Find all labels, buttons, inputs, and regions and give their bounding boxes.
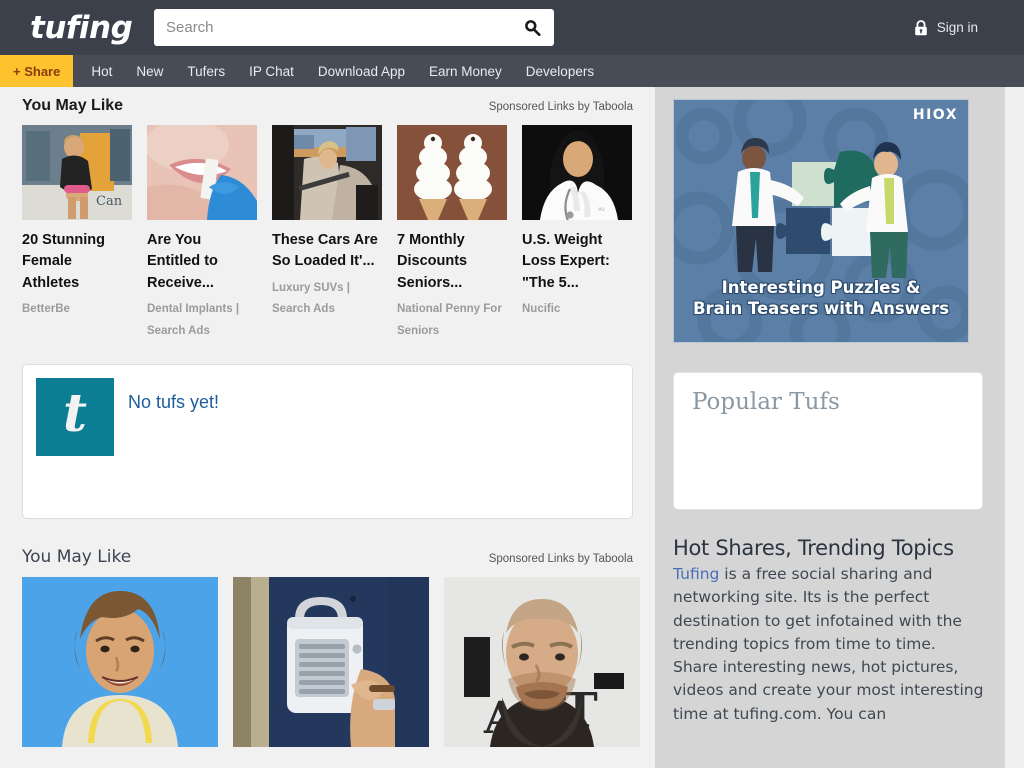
taboola-card-title[interactable]: Are You Entitled to Receive... — [147, 230, 257, 294]
taboola-card-title[interactable]: 20 Stunning Female Athletes — [22, 230, 132, 294]
ad-caption-line2: Brain Teasers with Answers — [692, 299, 950, 319]
taboola-card[interactable]: These Cars Are So Loaded It'... Luxury S… — [272, 125, 382, 342]
taboola-card-title[interactable]: These Cars Are So Loaded It'... — [272, 230, 382, 273]
hiox-logo: HIOX — [912, 107, 958, 123]
taboola-card-source: BetterBe — [22, 303, 70, 316]
sidebar-ad-banner[interactable]: HIOX Interesting Puzzles & Brain Teasers… — [673, 99, 969, 343]
taboola-thumb-icecream[interactable] — [397, 125, 507, 220]
signin-label: Sign in — [936, 20, 978, 35]
taboola-thumb-dental[interactable] — [147, 125, 257, 220]
about-title: Hot Shares, Trending Topics — [673, 536, 954, 560]
magnifier-icon — [524, 20, 541, 36]
search-input[interactable] — [154, 9, 516, 46]
ad-caption: Interesting Puzzles & Brain Teasers with… — [674, 278, 968, 320]
popular-tufs-panel: Popular Tufs — [673, 372, 983, 510]
taboola-bottom-block: You May Like Sponsored Links by Taboola — [0, 519, 655, 747]
no-tufs-card: t No tufs yet! — [22, 363, 633, 519]
taboola-card-source: Nucific — [522, 303, 561, 316]
site-logo[interactable]: tufing — [30, 10, 140, 46]
site-header: tufing Sign in — [0, 0, 1024, 55]
nav-items: Hot New Tufers IP Chat Download App Earn… — [73, 55, 606, 87]
taboola-bottom-row: T A — [22, 576, 640, 747]
nav-item-ip-chat[interactable]: IP Chat — [237, 55, 306, 87]
taboola-thumb-doctor[interactable]: MD — [522, 125, 632, 220]
taboola-card[interactable] — [22, 576, 218, 747]
taboola-bottom-title: You May Like — [22, 546, 132, 567]
nav-item-developers[interactable]: Developers — [514, 55, 606, 87]
lock-icon — [914, 19, 927, 35]
search-bar — [154, 9, 554, 46]
nav-item-tufers[interactable]: Tufers — [175, 55, 237, 87]
taboola-card[interactable] — [233, 576, 429, 747]
taboola-card-title[interactable]: 7 Monthly Discounts Seniors... — [397, 230, 507, 294]
svg-text:MD: MD — [598, 207, 605, 212]
nav-item-new[interactable]: New — [124, 55, 175, 87]
about-section: Hot Shares, Trending Topics Tufing is a … — [673, 536, 985, 726]
taboola-card[interactable]: Can 20 Stunning Female Athletes BetterBe — [22, 125, 132, 342]
about-body: Tufing is a free social sharing and netw… — [673, 563, 985, 726]
popular-tufs-title: Popular Tufs — [692, 389, 840, 415]
taboola-card-title[interactable]: U.S. Weight Loss Expert: "The 5... — [522, 230, 632, 294]
taboola-thumb-athlete[interactable]: Can — [22, 125, 132, 220]
taboola-card[interactable]: 7 Monthly Discounts Seniors... National … — [397, 125, 507, 342]
taboola-top-title: You May Like — [22, 97, 124, 114]
svg-text:Can: Can — [96, 194, 123, 209]
search-submit-button[interactable] — [516, 9, 554, 46]
taboola-top-row: Can 20 Stunning Female Athletes BetterBe — [22, 125, 633, 342]
avatar: t — [36, 377, 114, 456]
share-button[interactable]: + Share — [0, 55, 74, 87]
about-body-text: is a free social sharing and networking … — [673, 565, 984, 723]
taboola-thumb-car[interactable] — [272, 125, 382, 220]
taboola-card-source: Dental Implants | Search Ads — [147, 303, 240, 337]
taboola-bottom-header: You May Like Sponsored Links by Taboola — [22, 547, 633, 567]
taboola-top-attribution[interactable]: Sponsored Links by Taboola — [489, 101, 633, 113]
tufing-link[interactable]: Tufing — [673, 565, 719, 583]
main-navbar: + Share Hot New Tufers IP Chat Download … — [0, 55, 1024, 87]
taboola-card[interactable]: MD U.S. Weight Loss Expert: "The 5... Nu… — [522, 125, 632, 342]
main-content: You May Like Sponsored Links by Taboola — [0, 87, 655, 768]
nav-item-download-app[interactable]: Download App — [306, 55, 417, 87]
taboola-thumb-actor-older[interactable]: T A — [444, 576, 640, 747]
signin-button[interactable]: Sign in — [914, 19, 978, 36]
no-tufs-message[interactable]: No tufs yet! — [128, 378, 219, 505]
taboola-card-source: Luxury SUVs | Search Ads — [272, 281, 350, 316]
nav-item-earn-money[interactable]: Earn Money — [417, 55, 514, 87]
taboola-card[interactable]: Are You Entitled to Receive... Dental Im… — [147, 125, 257, 342]
taboola-card-source: National Penny For Seniors — [397, 303, 502, 337]
taboola-thumb-air-cooler[interactable] — [233, 576, 429, 747]
right-sidebar: HIOX Interesting Puzzles & Brain Teasers… — [655, 87, 1005, 768]
page-body: You May Like Sponsored Links by Taboola — [0, 87, 1024, 768]
ad-caption-line1: Interesting Puzzles & — [721, 278, 921, 298]
nav-item-hot[interactable]: Hot — [73, 55, 124, 87]
taboola-top-block: You May Like Sponsored Links by Taboola — [0, 87, 655, 342]
taboola-bottom-attribution[interactable]: Sponsored Links by Taboola — [489, 553, 633, 565]
outer-right-gutter — [1005, 87, 1024, 768]
taboola-card[interactable]: T A — [444, 576, 640, 747]
taboola-top-header: You May Like Sponsored Links by Taboola — [22, 97, 633, 115]
taboola-thumb-actor-young[interactable] — [22, 576, 218, 747]
